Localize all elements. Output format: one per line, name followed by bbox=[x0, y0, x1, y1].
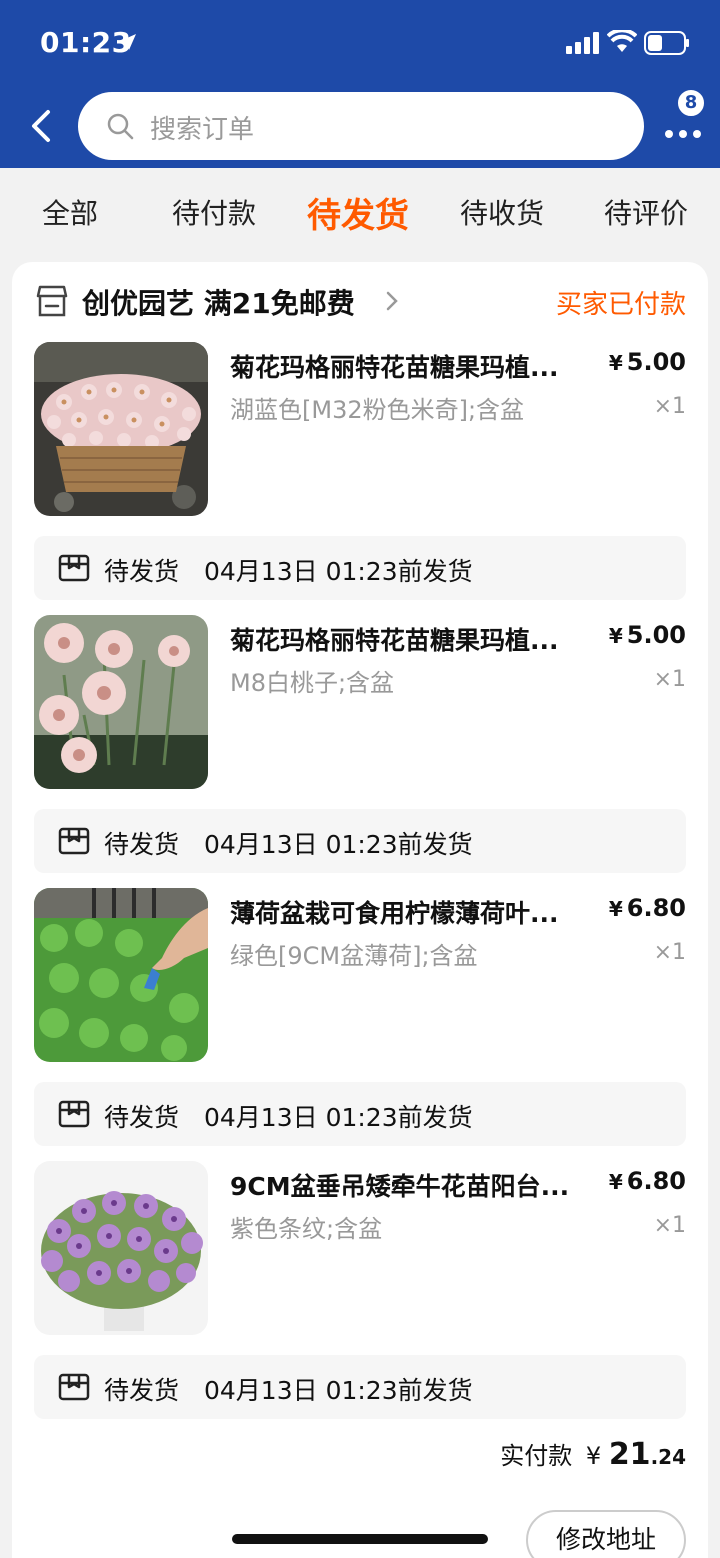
order-item[interactable]: 9CM盆垂吊矮牵牛花苗阳台... 紫色条纹;含盆 ¥6.80 ×1 bbox=[12, 1161, 708, 1341]
total-amount: 21.24 bbox=[608, 1437, 686, 1472]
product-price: ¥6.80 bbox=[608, 1167, 686, 1195]
search-placeholder: 搜索订单 bbox=[150, 115, 255, 145]
shipping-deadline-date: 04月13日 01:23前发货 bbox=[204, 1103, 473, 1132]
product-sku: M8白桃子;含盆 bbox=[230, 669, 395, 697]
order-card: 创优园艺 满21免邮费 买家已付款 菊花玛格丽特花苗糖果玛植... 湖蓝色[M3… bbox=[12, 262, 708, 1558]
package-icon bbox=[58, 554, 90, 582]
package-icon bbox=[58, 827, 90, 855]
home-indicator[interactable] bbox=[232, 1534, 488, 1544]
product-quantity: ×1 bbox=[653, 1213, 686, 1238]
order-status: 买家已付款 bbox=[555, 290, 686, 320]
shop-icon bbox=[36, 285, 68, 317]
package-icon bbox=[58, 1373, 90, 1401]
shop-name[interactable]: 创优园艺 满21免邮费 bbox=[82, 282, 355, 322]
product-image-petunia[interactable] bbox=[34, 1161, 208, 1335]
location-arrow-icon bbox=[120, 34, 136, 50]
shipping-deadline-date: 04月13日 01:23前发货 bbox=[204, 557, 473, 586]
shipping-deadline: 待发货 04月13日 01:23前发货 bbox=[34, 1355, 686, 1419]
search-input[interactable]: 搜索订单 bbox=[78, 92, 644, 160]
product-sku: 绿色[9CM盆薄荷];含盆 bbox=[230, 942, 478, 970]
package-icon bbox=[58, 1100, 90, 1128]
total-currency: ¥ bbox=[585, 1442, 602, 1470]
product-title[interactable]: 薄荷盆栽可食用柠檬薄荷叶... bbox=[230, 894, 602, 930]
search-icon bbox=[107, 113, 134, 140]
status-bar: 01:23 bbox=[0, 0, 720, 88]
cellular-signal-icon bbox=[566, 32, 599, 54]
tab-pending-receipt[interactable]: 待收货 bbox=[460, 192, 544, 232]
wifi-icon bbox=[607, 30, 637, 52]
product-sku: 紫色条纹;含盆 bbox=[230, 1215, 383, 1243]
shipping-status-label: 待发货 bbox=[104, 1103, 180, 1132]
modify-address-button[interactable]: 修改地址 bbox=[526, 1510, 686, 1558]
product-image-daisy-basket[interactable] bbox=[34, 342, 208, 516]
tab-pending-review[interactable]: 待评价 bbox=[604, 192, 688, 232]
product-quantity: ×1 bbox=[653, 940, 686, 965]
shipping-status-label: 待发货 bbox=[104, 830, 180, 859]
tab-pending-payment[interactable]: 待付款 bbox=[172, 192, 256, 232]
back-arrow-icon[interactable] bbox=[22, 104, 62, 148]
chevron-right-icon[interactable] bbox=[384, 290, 400, 312]
total-label: 实付款 bbox=[500, 1442, 573, 1470]
shipping-status-label: 待发货 bbox=[104, 557, 180, 586]
shipping-status-label: 待发货 bbox=[104, 1376, 180, 1405]
product-quantity: ×1 bbox=[653, 667, 686, 692]
product-title[interactable]: 9CM盆垂吊矮牵牛花苗阳台... bbox=[230, 1167, 602, 1203]
order-item[interactable]: 薄荷盆栽可食用柠檬薄荷叶... 绿色[9CM盆薄荷];含盆 ¥6.80 ×1 bbox=[12, 888, 708, 1068]
product-title[interactable]: 菊花玛格丽特花苗糖果玛植... bbox=[230, 348, 602, 384]
top-header: 01:23 搜索订单 8 bbox=[0, 0, 720, 168]
product-quantity: ×1 bbox=[653, 394, 686, 419]
order-tabs: 全部 待付款 待发货 待收货 待评价 bbox=[0, 168, 720, 260]
product-image-mint[interactable] bbox=[34, 888, 208, 1062]
shipping-deadline: 待发货 04月13日 01:23前发货 bbox=[34, 536, 686, 600]
shipping-deadline: 待发货 04月13日 01:23前发货 bbox=[34, 809, 686, 873]
order-item[interactable]: 菊花玛格丽特花苗糖果玛植... 湖蓝色[M32粉色米奇];含盆 ¥5.00 ×1 bbox=[12, 342, 708, 522]
product-sku: 湖蓝色[M32粉色米奇];含盆 bbox=[230, 396, 525, 424]
order-total: 实付款 ¥ 21.24 bbox=[500, 1436, 686, 1472]
tab-all[interactable]: 全部 bbox=[42, 192, 98, 232]
message-count-badge: 8 bbox=[676, 88, 706, 118]
shipping-deadline-date: 04月13日 01:23前发货 bbox=[204, 830, 473, 859]
shipping-deadline-date: 04月13日 01:23前发货 bbox=[204, 1376, 473, 1405]
battery-icon bbox=[644, 31, 689, 55]
tab-pending-shipment[interactable]: 待发货 bbox=[307, 188, 409, 237]
product-image-white-peach-daisy[interactable] bbox=[34, 615, 208, 789]
shipping-deadline: 待发货 04月13日 01:23前发货 bbox=[34, 1082, 686, 1146]
product-price: ¥5.00 bbox=[608, 621, 686, 649]
product-title[interactable]: 菊花玛格丽特花苗糖果玛植... bbox=[230, 621, 602, 657]
product-price: ¥6.80 bbox=[608, 894, 686, 922]
order-item[interactable]: 菊花玛格丽特花苗糖果玛植... M8白桃子;含盆 ¥5.00 ×1 bbox=[12, 615, 708, 795]
product-price: ¥5.00 bbox=[608, 348, 686, 376]
